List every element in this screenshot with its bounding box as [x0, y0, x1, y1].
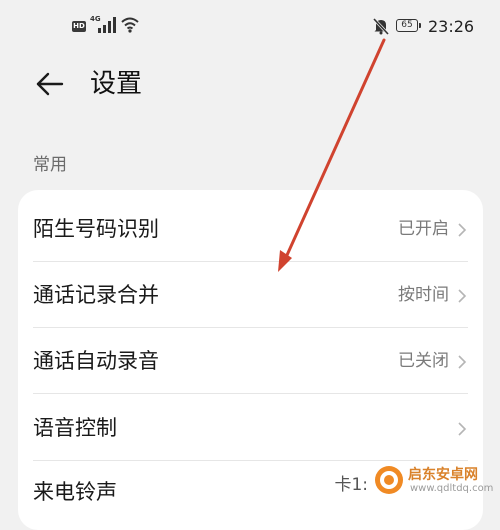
- settings-item-value: 已关闭: [398, 351, 449, 371]
- watermark-url: www.qdltdq.com: [410, 483, 494, 494]
- divider: [33, 393, 468, 394]
- settings-item-voice-control[interactable]: 语音控制: [18, 395, 483, 461]
- battery-icon: 65: [396, 19, 421, 32]
- chevron-right-icon: [458, 422, 467, 436]
- settings-item-call-log-merge[interactable]: 通话记录合并 按时间: [18, 262, 483, 328]
- section-header: 常用: [33, 155, 67, 175]
- mute-bell-icon: [372, 17, 390, 35]
- page-title: 设置: [90, 69, 143, 99]
- signal-icon: [98, 17, 116, 33]
- chevron-right-icon: [458, 223, 467, 237]
- settings-item-unknown-number-id[interactable]: 陌生号码识别 已开启: [18, 196, 483, 262]
- watermark-logo-icon: [375, 466, 403, 494]
- watermark: 启东安卓网 www.qdltdq.com: [374, 462, 500, 500]
- watermark-name: 启东安卓网: [408, 467, 478, 483]
- settings-item-label: 语音控制: [33, 416, 117, 440]
- wifi-icon: [121, 17, 139, 33]
- chevron-right-icon: [458, 289, 467, 303]
- divider: [33, 460, 468, 461]
- settings-item-label: 来电铃声: [33, 480, 117, 504]
- settings-item-label: 陌生号码识别: [33, 217, 159, 241]
- settings-item-label: 通话记录合并: [33, 283, 159, 307]
- status-bar: HD 4G 65 23:26: [0, 0, 500, 56]
- settings-item-label: 通话自动录音: [33, 349, 159, 373]
- hd-icon: HD: [72, 21, 86, 32]
- settings-item-auto-record[interactable]: 通话自动录音 已关闭: [18, 328, 483, 394]
- settings-item-value: 按时间: [398, 285, 449, 305]
- settings-item-value: 已开启: [398, 219, 449, 239]
- status-time: 23:26: [428, 17, 475, 36]
- chevron-right-icon: [458, 355, 467, 369]
- settings-item-value: 卡1:: [334, 475, 368, 495]
- arrow-left-icon[interactable]: [34, 69, 64, 99]
